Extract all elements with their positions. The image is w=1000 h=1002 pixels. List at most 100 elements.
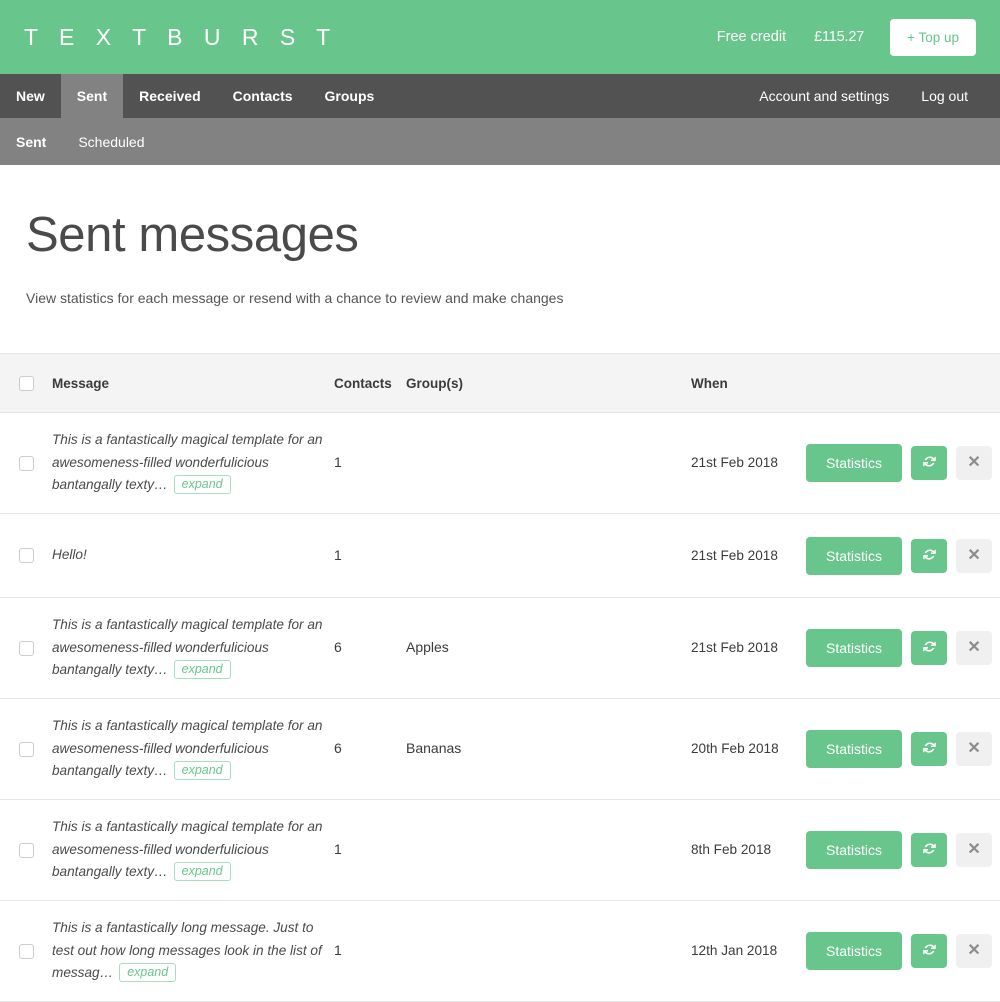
contacts-count: 6 [334,740,342,756]
nav-item-new[interactable]: New [0,74,61,118]
resend-button[interactable] [911,732,948,766]
statistics-button[interactable]: Statistics [806,629,903,667]
expand-button[interactable]: expand [119,963,177,983]
row-actions: Statistics ✕ [806,730,993,768]
actions-cell: Statistics ✕ [806,444,1000,482]
contacts-cell: 1 [334,942,406,960]
message-text: This is a fantastically long message. Ju… [52,920,322,981]
when-cell: 21st Feb 2018 [691,639,806,657]
nav-item-contacts[interactable]: Contacts [217,74,309,118]
statistics-button[interactable]: Statistics [806,831,903,869]
refresh-icon [922,841,937,859]
contacts-count: 6 [334,639,342,655]
resend-button[interactable] [911,631,948,665]
message-cell: Hello! [52,544,334,567]
message-cell: This is a fantastically long message. Ju… [52,917,334,985]
subnav-item-sent[interactable]: Sent [0,118,62,165]
statistics-button[interactable]: Statistics [806,932,903,970]
delete-button[interactable]: ✕ [956,631,993,665]
resend-button[interactable] [911,538,948,573]
nav-item-groups[interactable]: Groups [309,74,391,118]
table-row: Hello! 1 21st Feb 2018 Statistics ✕ [0,514,1000,598]
free-credit-label: Free credit [716,29,787,45]
row-actions: Statistics ✕ [806,444,993,482]
row-actions: Statistics ✕ [806,831,993,869]
contacts-count: 1 [334,841,342,857]
delete-button[interactable]: ✕ [956,833,993,867]
table-row: This is a fantastically magical template… [0,413,1000,514]
close-icon: ✕ [967,942,981,959]
row-checkbox[interactable] [18,741,34,757]
expand-button[interactable]: expand [173,475,231,495]
contacts-count: 1 [334,454,342,470]
when-cell: 20th Feb 2018 [691,740,806,758]
topbar-right-group: Free credit £115.27 + Top up [716,18,976,56]
row-actions: Statistics ✕ [806,536,993,575]
table-header-row: Message Contacts Group(s) When [0,353,1000,413]
message-cell: This is a fantastically magical template… [52,614,334,682]
contacts-cell: 6 [334,740,406,758]
row-actions: Statistics ✕ [806,629,993,667]
message-cell: This is a fantastically magical template… [52,715,334,783]
brand-logo: T E X T B U R S T [24,23,338,50]
statistics-button[interactable]: Statistics [806,536,903,575]
row-checkbox[interactable] [18,842,34,858]
resend-button[interactable] [911,446,948,480]
row-select-cell [0,943,52,959]
row-checkbox[interactable] [18,943,34,959]
close-icon: ✕ [967,546,981,564]
table-body: This is a fantastically magical template… [0,413,1000,1002]
delete-button[interactable]: ✕ [956,446,993,480]
refresh-icon [922,639,937,657]
nav-item-received[interactable]: Received [123,74,216,118]
table-row: This is a fantastically magical template… [0,800,1000,901]
close-icon: ✕ [967,639,981,656]
row-select-cell [0,842,52,858]
actions-cell: Statistics ✕ [806,536,1000,575]
table-row: This is a fantastically magical template… [0,598,1000,699]
refresh-icon [922,740,937,758]
group-name: Bananas [406,740,462,756]
message-text: Hello! [52,547,87,563]
statistics-button[interactable]: Statistics [806,444,903,482]
row-select-cell [0,548,52,563]
row-checkbox[interactable] [18,548,34,563]
nav-item-account-and-settings[interactable]: Account and settings [743,74,905,118]
refresh-icon [922,942,937,960]
expand-button[interactable]: expand [173,761,231,781]
delete-button[interactable]: ✕ [956,538,993,573]
resend-button[interactable] [911,934,948,968]
subnav-item-scheduled[interactable]: Scheduled [62,118,160,165]
contacts-cell: 1 [334,454,406,472]
row-checkbox[interactable] [18,455,34,471]
delete-button[interactable]: ✕ [956,934,993,968]
expand-button[interactable]: expand [173,862,231,882]
contacts-cell: 6 [334,639,406,657]
resend-button[interactable] [911,833,948,867]
when-cell: 8th Feb 2018 [691,841,806,859]
column-header-groups: Group(s) [406,375,463,391]
actions-cell: Statistics ✕ [806,629,1000,667]
select-all-checkbox[interactable] [18,375,34,391]
row-checkbox[interactable] [18,640,34,656]
sent-date: 21st Feb 2018 [691,547,778,563]
statistics-button[interactable]: Statistics [806,730,903,768]
actions-cell: Statistics ✕ [806,831,1000,869]
row-select-cell [0,455,52,471]
contacts-count: 1 [334,942,342,958]
column-header-message: Message [52,375,110,391]
message-cell: This is a fantastically magical template… [52,429,334,497]
sent-messages-table: Message Contacts Group(s) When This is a… [0,353,1000,1002]
nav-item-log-out[interactable]: Log out [905,74,984,118]
column-header-when: When [691,375,728,391]
groups-cell: Bananas [406,740,691,758]
close-icon: ✕ [967,454,981,471]
delete-button[interactable]: ✕ [956,732,993,766]
groups-cell: Apples [406,639,691,657]
expand-button[interactable]: expand [173,660,231,680]
contacts-cell: 1 [334,547,406,565]
nav-item-sent[interactable]: Sent [60,74,124,118]
when-cell: 21st Feb 2018 [691,547,806,565]
top-up-button[interactable]: + Top up [890,18,976,56]
when-cell: 21st Feb 2018 [691,454,806,472]
